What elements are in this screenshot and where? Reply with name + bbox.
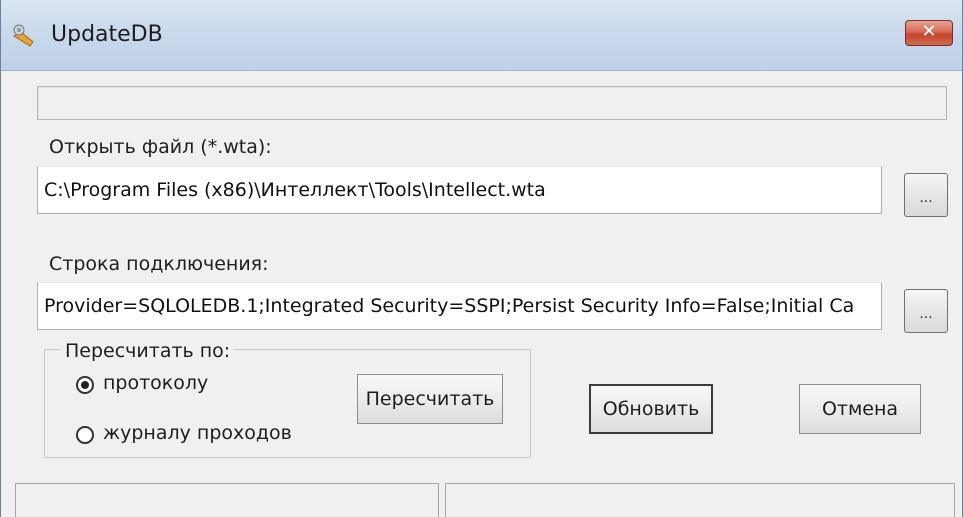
file-label: Открыть файл (*.wta): [49,136,272,158]
status-panel-left [15,483,439,517]
wrench-key-icon [13,24,34,47]
radio-passage-log[interactable] [76,426,94,444]
close-icon: ✕ [921,21,937,42]
file-path-input[interactable]: C:\Program Files (x86)\Интеллект\Tools\I… [37,166,882,214]
status-bar [1,483,962,517]
radio-passage-log-label[interactable]: журналу проходов [103,422,292,444]
recalculate-button[interactable]: Пересчитать [357,374,503,424]
updatedb-window: UpdateDB ✕ Открыть файл (*.wta): C:\Prog… [0,0,963,517]
update-button[interactable]: Обновить [589,384,713,434]
title-bar[interactable]: UpdateDB ✕ [1,0,962,71]
close-button[interactable]: ✕ [905,20,953,46]
window-title: UpdateDB [51,22,163,47]
radio-protocol-label[interactable]: протоколу [103,372,208,394]
file-browse-button[interactable]: ... [904,173,948,217]
cancel-button[interactable]: Отмена [799,384,921,434]
status-panel-right [445,483,955,517]
radio-protocol[interactable] [76,376,94,394]
progress-bar [37,86,947,120]
connection-browse-button[interactable]: ... [904,289,948,333]
connection-string-input[interactable]: Provider=SQLOLEDB.1;Integrated Security=… [37,282,882,330]
connection-label: Строка подключения: [49,253,269,275]
recalc-legend: Пересчитать по: [61,340,235,362]
